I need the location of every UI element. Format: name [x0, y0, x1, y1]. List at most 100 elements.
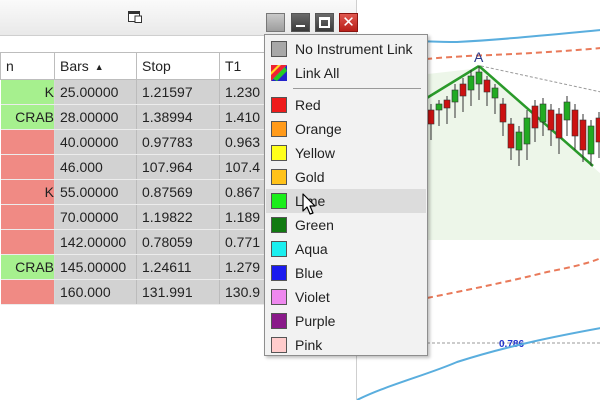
instrument-link-menu: No Instrument Link Link All Red Orange Yello…	[264, 34, 428, 356]
mouse-cursor-icon	[302, 193, 316, 215]
menu-item-label: Orange	[295, 121, 342, 137]
color-swatch-icon	[271, 145, 287, 161]
cell-pattern-name	[0, 229, 55, 255]
color-swatch-icon	[271, 97, 287, 113]
close-icon: ✕	[342, 14, 355, 31]
candle-body	[507, 123, 515, 149]
candle-body	[451, 89, 459, 103]
column-header-name[interactable]: n	[0, 52, 55, 80]
menu-item-orange[interactable]: Orange	[266, 117, 426, 141]
menu-item-yellow[interactable]: Yellow	[266, 141, 426, 165]
candle-body	[427, 109, 435, 125]
cell-pattern-name	[0, 129, 55, 155]
menu-item-label: Green	[295, 217, 334, 233]
candle-body	[483, 79, 491, 93]
cell-bars: 142.00000	[54, 229, 137, 255]
cell-stop: 1.19822	[136, 204, 220, 230]
menu-item-link-all[interactable]: Link All	[266, 61, 426, 85]
menu-item-label: Gold	[295, 169, 325, 185]
cell-pattern-name: K	[0, 179, 55, 205]
color-swatch-icon	[271, 337, 287, 353]
menu-item-label: Link All	[295, 65, 340, 81]
lower-envelope-dashed	[426, 257, 600, 299]
menu-item-label: Yellow	[295, 145, 335, 161]
cell-bars: 25.00000	[54, 79, 137, 105]
menu-item-gold[interactable]: Gold	[266, 165, 426, 189]
candle-body	[579, 119, 587, 151]
candle-body	[555, 113, 563, 139]
menu-item-violet[interactable]: Violet	[266, 285, 426, 309]
candle-body	[515, 131, 523, 151]
cell-stop: 1.24611	[136, 254, 220, 280]
link-color-button[interactable]	[266, 13, 285, 32]
cell-stop: 1.38994	[136, 104, 220, 130]
menu-item-aqua[interactable]: Aqua	[266, 237, 426, 261]
cell-pattern-name	[0, 204, 55, 230]
candle-body	[571, 109, 579, 137]
color-swatch-icon	[271, 217, 287, 233]
candle-body	[563, 101, 571, 121]
candle-body	[523, 117, 531, 145]
color-swatch-icon	[271, 265, 287, 281]
cell-bars: 46.000	[54, 154, 137, 180]
column-header-stop[interactable]: Stop	[136, 52, 220, 80]
candle-body	[467, 75, 475, 91]
cell-stop: 107.964	[136, 154, 220, 180]
menu-item-no-instrument-link[interactable]: No Instrument Link	[266, 37, 426, 61]
cell-stop: 0.87569	[136, 179, 220, 205]
pattern-point-label: A	[474, 49, 484, 65]
cell-bars: 145.00000	[54, 254, 137, 280]
candle-body	[491, 87, 499, 99]
cell-pattern-name: CRAB	[0, 254, 55, 280]
cell-stop: 131.991	[136, 279, 220, 305]
color-swatch-icon	[271, 169, 287, 185]
column-header-bars[interactable]: Bars ▲	[54, 52, 137, 80]
menu-separator	[293, 88, 421, 89]
menu-item-label: Purple	[295, 313, 336, 329]
candle-body	[435, 103, 443, 111]
color-swatch-icon	[271, 289, 287, 305]
candle-body	[443, 99, 451, 109]
candle-body	[459, 83, 467, 97]
candle-body	[475, 71, 483, 85]
menu-item-label: No Instrument Link	[295, 41, 413, 57]
menu-item-green[interactable]: Green	[266, 213, 426, 237]
menu-item-label: Aqua	[295, 241, 328, 257]
candle-body	[531, 105, 539, 129]
cell-bars: 160.000	[54, 279, 137, 305]
color-swatch-icon	[271, 241, 287, 257]
color-swatch-icon	[271, 313, 287, 329]
minimize-button[interactable]	[291, 13, 310, 32]
cell-bars: 55.00000	[54, 179, 137, 205]
candle-body	[587, 125, 595, 155]
float-window-icon[interactable]	[128, 11, 142, 23]
cell-pattern-name	[0, 154, 55, 180]
cell-bars: 40.00000	[54, 129, 137, 155]
candle-body	[539, 103, 547, 123]
cell-stop: 0.78059	[136, 229, 220, 255]
cell-pattern-name	[0, 279, 55, 305]
menu-item-label: Violet	[295, 289, 330, 305]
menu-item-label: Red	[295, 97, 321, 113]
menu-item-purple[interactable]: Purple	[266, 309, 426, 333]
multicolor-link-icon	[271, 65, 287, 81]
menu-item-lime[interactable]: Lime	[266, 189, 426, 213]
cell-stop: 1.21597	[136, 79, 220, 105]
cell-stop: 0.97783	[136, 129, 220, 155]
cell-pattern-name: CRAB	[0, 104, 55, 130]
candle-body	[547, 109, 555, 131]
menu-item-blue[interactable]: Blue	[266, 261, 426, 285]
candle-body	[595, 117, 600, 143]
candle-body	[499, 103, 507, 123]
menu-item-label: Blue	[295, 265, 324, 281]
menu-item-pink[interactable]: Pink	[266, 333, 426, 357]
gray-square-icon	[271, 41, 287, 57]
cell-pattern-name: K	[0, 79, 55, 105]
cell-bars: 28.00000	[54, 104, 137, 130]
menu-item-label: Pink	[295, 337, 323, 353]
color-swatch-icon	[271, 121, 287, 137]
close-button[interactable]: ✕	[339, 13, 358, 32]
sort-ascending-icon: ▲	[94, 62, 104, 73]
maximize-button[interactable]	[315, 13, 334, 32]
menu-item-red[interactable]: Red	[266, 93, 426, 117]
